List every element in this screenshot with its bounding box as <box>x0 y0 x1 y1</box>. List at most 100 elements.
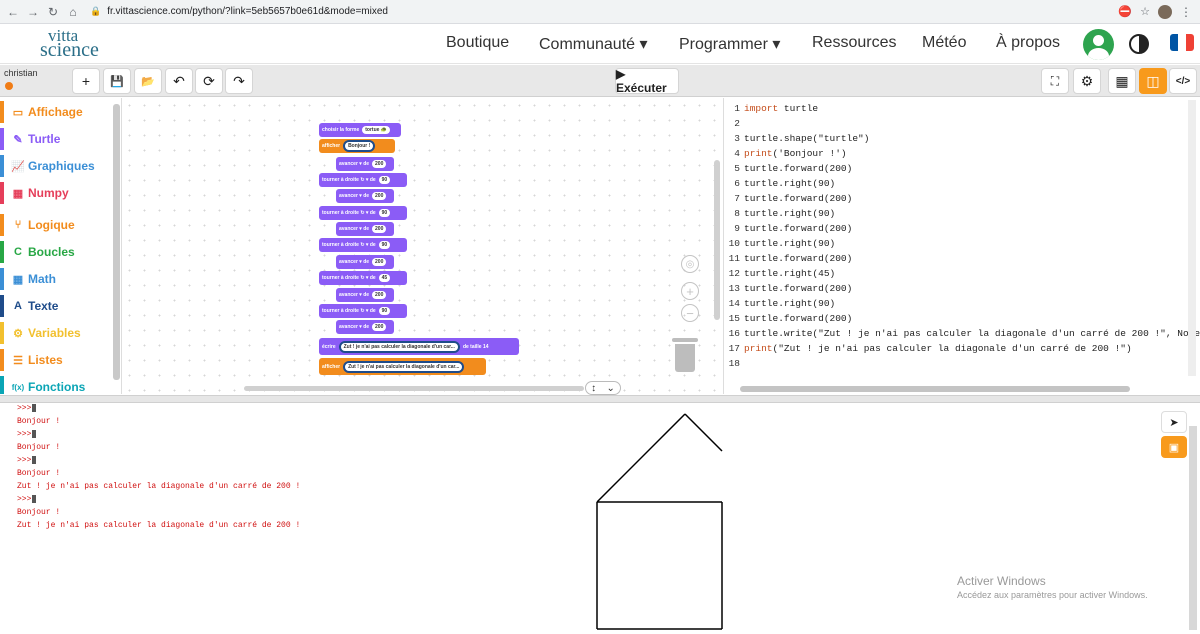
vittascience-logo[interactable]: vitta science <box>40 27 99 60</box>
new-button[interactable]: + <box>72 68 100 94</box>
block-value[interactable]: 200 <box>372 323 387 331</box>
block-value[interactable]: Zut ! je n'ai pas calculer la diagonale … <box>343 360 465 373</box>
turtle-block[interactable]: avancer ▾ de 200 <box>336 222 394 236</box>
sidebar-item-numpy[interactable]: ▦ Numpy <box>0 182 112 204</box>
workspace-vertical-scrollbar[interactable] <box>714 160 720 320</box>
zoom-out-icon[interactable]: − <box>681 304 699 322</box>
extension-icon[interactable]: ⛔ <box>1118 5 1132 18</box>
print-block[interactable]: afficher Bonjour ! <box>319 139 395 153</box>
redo-button[interactable]: ↷ <box>225 68 253 94</box>
code-line[interactable]: 8 turtle.right(90) <box>724 208 1200 223</box>
block-value[interactable]: Bonjour ! <box>343 140 376 152</box>
sidebar-scrollbar[interactable] <box>113 104 120 380</box>
code-line[interactable]: 2 <box>724 118 1200 133</box>
blocks-workspace[interactable]: choisir la forme tortue 🐢 afficher Bonjour … <box>122 98 722 394</box>
turtle-block[interactable]: avancer ▾ de 200 <box>336 255 394 269</box>
code-line[interactable]: 14 turtle.right(90) <box>724 298 1200 313</box>
profile-avatar[interactable] <box>1158 4 1172 19</box>
sidebar-item-texte[interactable]: A Texte <box>0 295 112 317</box>
console-scrollbar[interactable] <box>1189 426 1197 630</box>
code-line[interactable]: 10 turtle.right(90) <box>724 238 1200 253</box>
turtle-block[interactable]: tourner à droite ↻ ▾ de 90 <box>319 206 407 220</box>
back-arrow-icon[interactable]: ← <box>6 5 20 19</box>
sync-button[interactable]: ⟳ <box>195 68 223 94</box>
sidebar-item-boucles[interactable]: C Boucles <box>0 241 112 263</box>
block-value[interactable]: 90 <box>378 307 391 315</box>
code-line[interactable]: 3 turtle.shape("turtle") <box>724 133 1200 148</box>
zoom-in-icon[interactable]: + <box>681 282 699 300</box>
turtle-block[interactable]: avancer ▾ de 200 <box>336 320 394 334</box>
code-line[interactable]: 5 turtle.forward(200) <box>724 163 1200 178</box>
code-line[interactable]: 1 import turtle <box>724 103 1200 118</box>
address-bar[interactable]: fr.vittascience.com/python/?link=5eb5657… <box>107 6 1118 17</box>
settings-button[interactable]: ⚙ <box>1073 68 1101 94</box>
block-value[interactable]: 200 <box>372 291 387 299</box>
turtle-block[interactable]: avancer ▾ de 200 <box>336 189 394 203</box>
code-line[interactable]: 15 turtle.forward(200) <box>724 313 1200 328</box>
bookmark-star-icon[interactable]: ☆ <box>1140 5 1150 18</box>
sidebar-item-listes[interactable]: ☰ Listes <box>0 349 112 371</box>
mixed-mode-button[interactable]: ◫ <box>1139 68 1167 94</box>
menu-boutique[interactable]: Boutique <box>446 34 509 52</box>
code-line[interactable]: 13 turtle.forward(200) <box>724 283 1200 298</box>
block-value[interactable]: tortue 🐢 <box>362 126 391 134</box>
editor-horizontal-scrollbar[interactable] <box>740 386 1130 392</box>
trash-icon[interactable] <box>672 338 698 372</box>
browser-menu-icon[interactable]: ⋮ <box>1180 5 1192 19</box>
sidebar-item-turtle[interactable]: ✎ Turtle <box>0 128 112 150</box>
code-line[interactable]: 4 print('Bonjour !') <box>724 148 1200 163</box>
code-line[interactable]: 17 print("Zut ! je n'ai pas calculer la d… <box>724 343 1200 358</box>
reload-icon[interactable]: ↻ <box>46 5 60 19</box>
open-button[interactable]: 📂 <box>134 68 162 94</box>
recenter-icon[interactable]: ◎ <box>681 255 699 273</box>
block-value[interactable]: 90 <box>378 209 391 217</box>
turtle-block[interactable]: choisir la forme tortue 🐢 <box>319 123 401 137</box>
download-button[interactable]: ▣ <box>1161 436 1187 458</box>
block-value[interactable]: 90 <box>378 241 391 249</box>
block-value[interactable]: 200 <box>372 160 387 168</box>
block-value[interactable]: 200 <box>372 258 387 266</box>
block-value[interactable]: 200 <box>372 192 387 200</box>
menu-communaute[interactable]: Communauté ▾ <box>539 34 648 54</box>
editor-vertical-scrollbar[interactable] <box>1188 100 1196 376</box>
print-block[interactable]: afficher Zut ! je n'ai pas calculer la di… <box>319 358 486 375</box>
code-line[interactable]: 6 turtle.right(90) <box>724 178 1200 193</box>
code-editor[interactable]: 1 import turtle 2 3 turtle.shape("turtle") 4 p… <box>723 98 1200 394</box>
panel-resize-handle[interactable]: ↕ ⌄ <box>585 381 621 395</box>
menu-programmer[interactable]: Programmer ▾ <box>679 34 780 54</box>
block-value[interactable]: Zut ! je n'ai pas calculer la diagonale … <box>338 340 460 353</box>
run-button[interactable]: ▶ Exécuter <box>615 67 679 95</box>
code-line[interactable]: 12 turtle.right(45) <box>724 268 1200 283</box>
block-value[interactable]: 45 <box>378 274 391 282</box>
code-line[interactable]: 18 <box>724 358 1200 373</box>
blocks-mode-button[interactable]: ▦ <box>1108 68 1136 94</box>
theme-toggle-icon[interactable] <box>1129 34 1149 54</box>
sidebar-item-affichage[interactable]: ▭ Affichage <box>0 101 112 123</box>
workspace-horizontal-scrollbar[interactable] <box>244 386 584 391</box>
code-mode-button[interactable]: </> <box>1169 68 1197 94</box>
turtle-block[interactable]: écrire Zut ! je n'ai pas calculer la diag… <box>319 338 519 355</box>
sidebar-item-graphiques[interactable]: 📈 Graphiques <box>0 155 112 177</box>
home-icon[interactable]: ⌂ <box>66 5 80 19</box>
fullscreen-button[interactable]: ⛶ <box>1041 68 1069 94</box>
code-line[interactable]: 11 turtle.forward(200) <box>724 253 1200 268</box>
code-line[interactable]: 9 turtle.forward(200) <box>724 223 1200 238</box>
sidebar-item-logique[interactable]: ⑂ Logique <box>0 214 112 236</box>
turtle-block[interactable]: avancer ▾ de 200 <box>336 157 394 171</box>
code-line[interactable]: 16 turtle.write("Zut ! je n'ai pas calcul… <box>724 328 1200 343</box>
menu-ressources[interactable]: Ressources <box>812 34 896 52</box>
lock-icon[interactable]: 🔒 <box>90 6 101 17</box>
turtle-block[interactable]: tourner à droite ↻ ▾ de 90 <box>319 304 407 318</box>
turtle-block[interactable]: tourner à droite ↻ ▾ de 90 <box>319 238 407 252</box>
panel-divider[interactable] <box>0 395 1200 403</box>
turtle-cursor-button[interactable]: ➤ <box>1161 411 1187 433</box>
turtle-block[interactable]: tourner à droite ↻ ▾ de 45 <box>319 271 407 285</box>
save-button[interactable]: 💾 <box>103 68 131 94</box>
turtle-block[interactable]: avancer ▾ de 200 <box>336 288 394 302</box>
code-line[interactable]: 7 turtle.forward(200) <box>724 193 1200 208</box>
menu-meteo[interactable]: Météo <box>922 34 966 52</box>
user-avatar-icon[interactable] <box>1083 29 1114 60</box>
french-flag-icon[interactable] <box>1170 34 1194 51</box>
block-value[interactable]: 90 <box>378 176 391 184</box>
sidebar-item-variables[interactable]: ⚙ Variables <box>0 322 112 344</box>
